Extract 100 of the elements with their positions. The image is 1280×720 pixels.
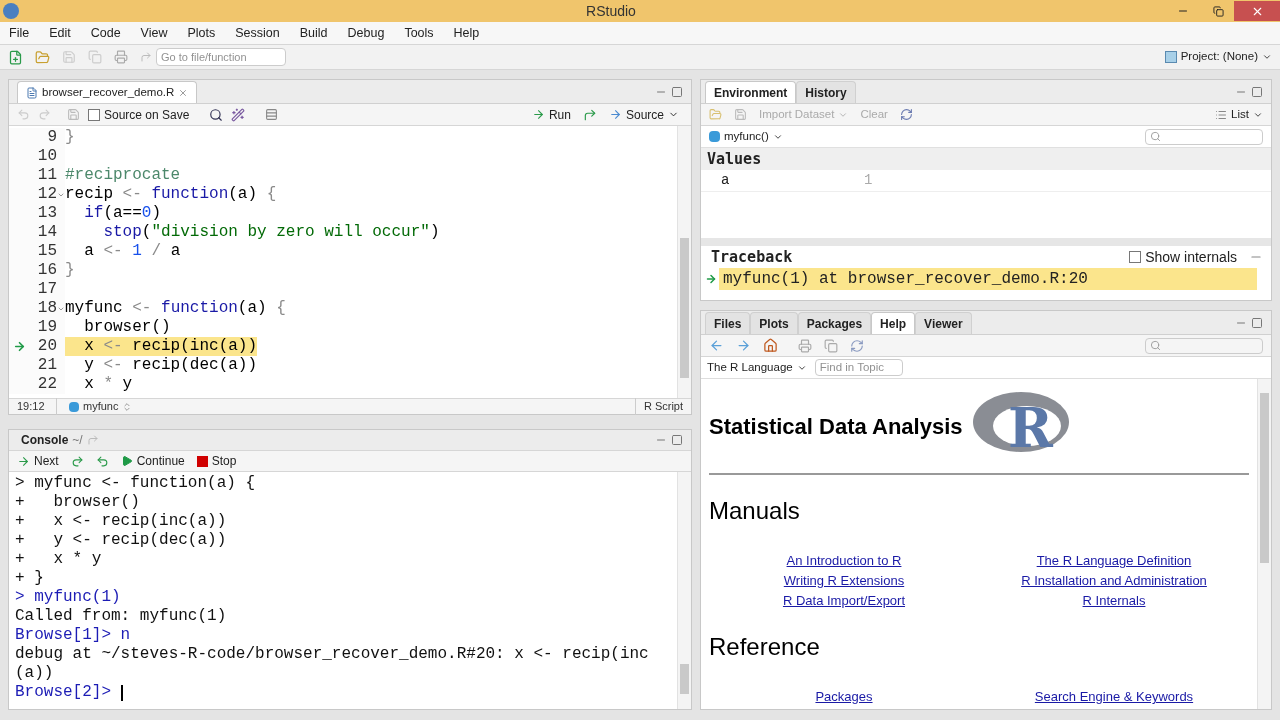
help-link[interactable]: Packages	[815, 687, 873, 707]
code-line: }	[65, 128, 75, 147]
refresh-icon[interactable]	[850, 338, 864, 353]
maximize-icon[interactable]	[1251, 85, 1263, 98]
go-to-file-field[interactable]: Go to file/function	[156, 48, 286, 66]
scrollbar[interactable]	[677, 126, 691, 398]
window-title: RStudio	[585, 1, 637, 21]
menu-item[interactable]: View	[140, 23, 168, 43]
help-link[interactable]: R Installation and Administration	[1021, 571, 1207, 591]
print-icon[interactable]	[798, 338, 812, 353]
play-icon	[120, 455, 133, 467]
run-button[interactable]: Run	[527, 105, 575, 124]
function-scope-dropdown[interactable]: myfunc	[69, 398, 133, 415]
file-type-dropdown[interactable]: R Script	[634, 398, 683, 415]
new-file-icon[interactable]	[8, 49, 23, 65]
menu-item[interactable]: Plots	[187, 23, 216, 43]
close-button[interactable]	[1234, 1, 1280, 21]
wand-icon[interactable]	[231, 107, 246, 122]
compile-report-icon[interactable]	[265, 108, 279, 121]
save-icon[interactable]	[67, 108, 80, 121]
show-internals-checkbox[interactable]: Show internals	[1129, 246, 1237, 268]
help-link[interactable]: The R Language Definition	[1036, 551, 1192, 571]
save-icon[interactable]	[734, 108, 747, 121]
menu-item[interactable]: Session	[235, 23, 280, 43]
run-arrow-icon	[531, 108, 545, 121]
scrollbar[interactable]	[677, 472, 691, 709]
section-title: Reference	[709, 632, 821, 662]
print-icon[interactable]	[114, 50, 128, 64]
pane-tab[interactable]: Viewer	[915, 312, 972, 334]
project-menu[interactable]: Project: (None)	[1164, 48, 1272, 66]
stop-button[interactable]: Stop	[196, 452, 237, 470]
line-number: 18	[37, 299, 57, 318]
editor-tab[interactable]: browser_recover_demo.R	[17, 81, 198, 103]
search-field[interactable]	[1145, 337, 1263, 354]
save-all-icon[interactable]	[88, 50, 102, 64]
menu-item[interactable]: Code	[90, 23, 121, 43]
line-number: 21	[37, 356, 57, 375]
save-icon[interactable]	[62, 50, 76, 64]
open-folder-icon[interactable]	[35, 49, 50, 65]
pane-tab[interactable]: Files	[705, 312, 751, 334]
menu-item[interactable]: Tools	[404, 23, 434, 43]
pane-tab[interactable]: Environment	[705, 81, 797, 103]
maximize-icon[interactable]	[671, 434, 683, 446]
environment-scope-dropdown[interactable]: myfunc()	[709, 127, 783, 146]
console-line: + }	[15, 569, 44, 588]
forward-icon[interactable]	[38, 108, 51, 121]
pane-tab[interactable]: Plots	[750, 312, 798, 334]
help-link[interactable]: Writing R Extensions	[783, 571, 905, 591]
search-field[interactable]	[1145, 128, 1263, 145]
open-icon[interactable]	[709, 108, 722, 121]
back-icon[interactable]	[709, 338, 724, 353]
pane-tab[interactable]: Help	[871, 312, 916, 334]
console-line: + x * y	[15, 550, 102, 569]
menu-item[interactable]: File	[9, 23, 30, 43]
line-number: 17	[37, 280, 57, 299]
menu-item[interactable]: Help	[453, 23, 480, 43]
back-icon[interactable]	[17, 108, 30, 121]
source-on-save-checkbox[interactable]: Source on Save	[88, 105, 190, 124]
help-link[interactable]: R Data Import/Export	[782, 591, 906, 611]
code-line: myfunc <- function(a) {	[65, 299, 286, 318]
topic-dropdown[interactable]: The R Language	[707, 358, 807, 377]
search-icon[interactable]	[209, 107, 224, 122]
rerun-icon[interactable]	[582, 107, 597, 122]
next-button[interactable]: Next	[17, 452, 59, 470]
line-number: 9	[47, 128, 57, 147]
view-mode-dropdown[interactable]: List	[1215, 105, 1263, 124]
section-header: Values	[701, 148, 1271, 170]
line-number: 20	[37, 337, 57, 356]
home-icon[interactable]	[763, 338, 778, 353]
source-button[interactable]: Source	[604, 105, 683, 124]
pane-tab[interactable]: History	[796, 81, 856, 103]
close-icon[interactable]	[178, 87, 189, 98]
continue-button[interactable]: Continue	[120, 452, 185, 470]
forward-icon[interactable]	[736, 338, 751, 353]
pane-tab[interactable]: Packages	[797, 312, 872, 334]
code-line: stop("division by zero will occur")	[102, 223, 440, 242]
new-window-icon[interactable]	[824, 338, 838, 353]
help-link[interactable]: An Introduction to R	[786, 551, 902, 571]
section-header: Traceback	[711, 246, 793, 268]
search-icon	[1150, 131, 1161, 142]
go-to-arrow-icon	[140, 51, 152, 63]
search-icon	[1150, 340, 1161, 351]
help-link[interactable]: R Internals	[1082, 591, 1146, 611]
maximize-icon[interactable]	[671, 85, 683, 98]
menu-item[interactable]: Edit	[49, 23, 71, 43]
menu-item[interactable]: Debug	[347, 23, 385, 43]
scrollbar[interactable]	[1257, 379, 1271, 709]
help-link[interactable]: Search Engine & Keywords	[1034, 687, 1194, 707]
find-in-topic-field[interactable]: Find in Topic	[814, 359, 903, 376]
console-line: + browser()	[15, 493, 140, 512]
source-arrow-icon	[608, 108, 622, 121]
traceback-frame[interactable]: myfunc(1) at browser_recover_demo.R:20	[719, 268, 1257, 290]
line-number: 19	[37, 318, 57, 337]
menu-item[interactable]: Build	[299, 23, 328, 43]
maximize-icon[interactable]	[1251, 316, 1263, 329]
updown-caret-icon	[122, 401, 133, 412]
console-line: > myfunc(1)	[15, 588, 121, 607]
restore-icon[interactable]	[1213, 5, 1224, 17]
code-line: browser()	[83, 318, 171, 337]
refresh-icon[interactable]	[899, 108, 913, 121]
